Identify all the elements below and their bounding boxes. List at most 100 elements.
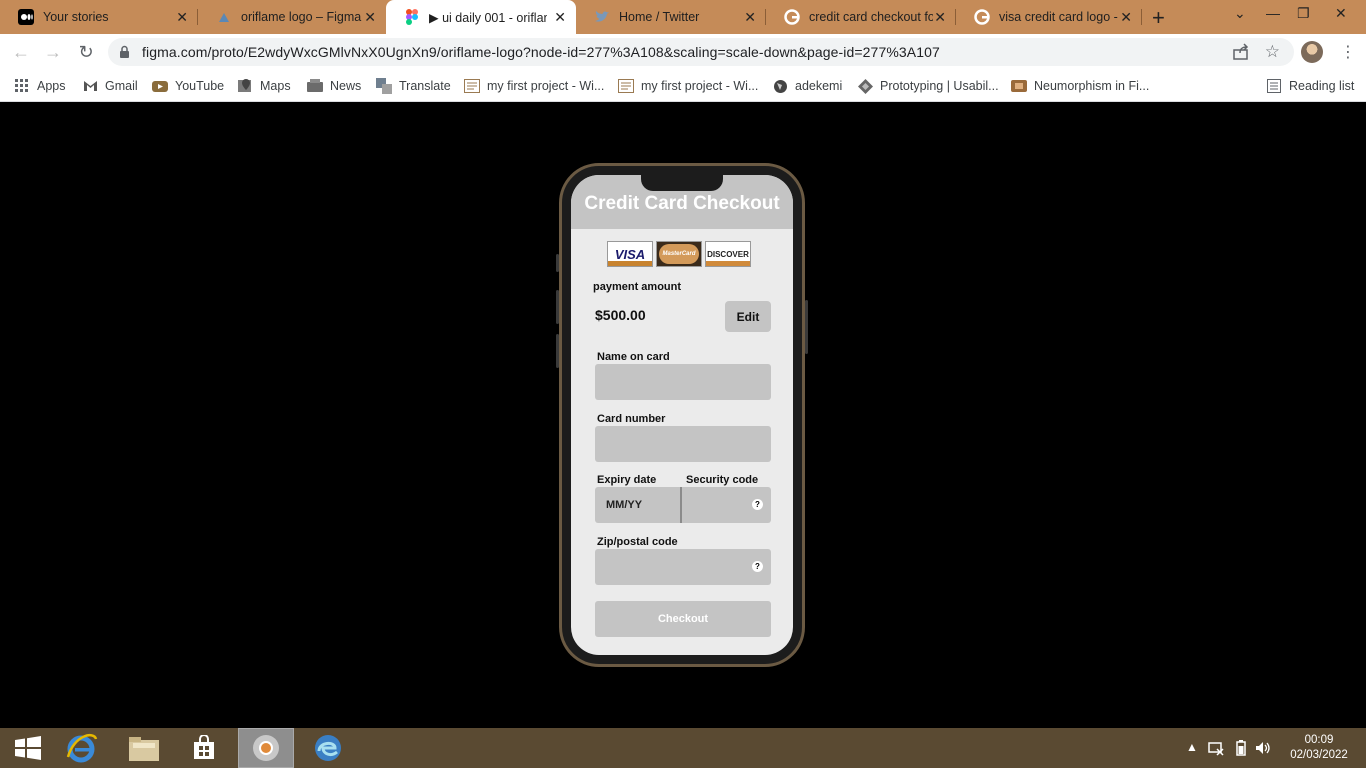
bookmark-adekemi[interactable]: adekemi — [772, 77, 842, 95]
security-code-help-icon[interactable]: ? — [752, 499, 763, 510]
close-tab-icon[interactable]: ✕ — [554, 9, 566, 25]
bookmark-label: YouTube — [175, 79, 225, 93]
close-tab-icon[interactable]: ✕ — [934, 9, 946, 25]
expiry-date-label: Expiry date — [597, 474, 657, 486]
edit-amount-button[interactable]: Edit — [725, 301, 771, 332]
close-window-icon[interactable]: ✕ — [1335, 5, 1347, 22]
volume-icon[interactable] — [1255, 740, 1271, 759]
tab-title: Home / Twitter — [619, 10, 700, 24]
phone-side-button — [805, 300, 808, 354]
forward-arrow-icon[interactable]: → — [42, 41, 64, 63]
bookmark-gmail[interactable]: Gmail — [82, 77, 138, 95]
bookmark-apps[interactable]: Apps — [14, 77, 66, 95]
visa-logo-text: VISA — [614, 246, 646, 262]
edge-icon — [315, 735, 341, 761]
bookmark-star-icon[interactable]: ☆ — [1265, 42, 1280, 62]
bookmark-youtube[interactable]: YouTube — [152, 77, 224, 95]
system-clock[interactable]: 00:09 02/03/2022 — [1284, 733, 1354, 763]
bookmark-label: Apps — [37, 79, 66, 93]
reading-list-button[interactable]: Reading list — [1266, 77, 1354, 95]
edge-taskbar[interactable] — [300, 728, 356, 768]
bookmark-label: adekemi — [795, 79, 843, 93]
zip-code-help-icon[interactable]: ? — [752, 561, 763, 572]
start-button[interactable] — [0, 728, 56, 768]
close-tab-icon[interactable]: ✕ — [176, 9, 188, 25]
internet-explorer-icon — [66, 734, 98, 763]
tab-title: visa credit card logo - s — [999, 10, 1119, 24]
show-hidden-icons-icon[interactable]: ▲ — [1186, 740, 1198, 754]
tab-title: Your stories — [43, 10, 109, 24]
bookmark-maps[interactable]: Maps — [237, 77, 291, 95]
minimize-icon[interactable]: — — [1266, 5, 1280, 21]
tab-visa-logo[interactable]: visa credit card logo - s ✕ — [956, 0, 1142, 34]
more-menu-icon[interactable]: ⋮ — [1340, 42, 1356, 62]
battery-icon[interactable] — [1236, 740, 1246, 759]
browser-toolbar: ← → ↻ figma.com/proto/E2wdyWxcGMlvNxX0Ug… — [0, 34, 1366, 70]
close-tab-icon[interactable]: ✕ — [1120, 9, 1132, 25]
bookmark-my-first-project-2[interactable]: my first project - Wi... — [618, 77, 758, 95]
lock-icon[interactable] — [119, 45, 130, 64]
store-taskbar[interactable] — [176, 728, 232, 768]
tab-oriflame-figma[interactable]: oriflame logo – Figma ✕ — [198, 0, 386, 34]
network-icon[interactable] — [1208, 740, 1224, 759]
chrome-taskbar[interactable] — [238, 728, 294, 768]
file-explorer-taskbar[interactable] — [116, 728, 172, 768]
clock-time: 00:09 — [1304, 734, 1334, 746]
bookmark-label: my first project - Wi... — [641, 79, 759, 93]
checkout-button[interactable]: Checkout — [595, 601, 771, 637]
apps-grid-icon — [14, 78, 30, 94]
card-number-input[interactable] — [595, 426, 771, 462]
news-icon — [307, 78, 323, 94]
internet-explorer-taskbar[interactable] — [54, 728, 110, 768]
phone-frame: Credit Card Checkout VISA MasterCard DIS… — [556, 163, 808, 667]
profile-avatar[interactable] — [1301, 41, 1323, 63]
new-tab-button[interactable]: + — [1152, 5, 1165, 31]
bookmark-neumorphism[interactable]: Neumorphism in Fi... — [1011, 77, 1149, 95]
tab-your-stories[interactable]: Your stories ✕ — [0, 0, 198, 34]
share-icon[interactable] — [1232, 43, 1250, 66]
address-bar[interactable]: figma.com/proto/E2wdyWxcGMlvNxX0UgnXn9/o… — [108, 38, 1294, 66]
tab-strip: Your stories ✕ oriflame logo – Figma ✕ ▶… — [0, 0, 1366, 34]
bookmark-label: Gmail — [105, 79, 138, 93]
tab-credit-card-checkout[interactable]: credit card checkout fo ✕ — [766, 0, 956, 34]
close-tab-icon[interactable]: ✕ — [364, 9, 376, 25]
zip-code-input[interactable]: ? — [595, 549, 771, 585]
phone-screen: Credit Card Checkout VISA MasterCard DIS… — [571, 175, 793, 655]
security-code-label: Security code — [686, 474, 759, 486]
reading-list-label: Reading list — [1289, 79, 1355, 93]
url-text[interactable]: figma.com/proto/E2wdyWxcGMlvNxX0UgnXn9/o… — [142, 44, 940, 60]
tab-search-chevron-icon[interactable]: ⌄ — [1234, 5, 1246, 22]
windows-logo-icon — [15, 736, 41, 760]
card-number-label: Card number — [597, 413, 666, 425]
bookmark-my-first-project-1[interactable]: my first project - Wi... — [464, 77, 604, 95]
tab-ui-daily[interactable]: ▶ ui daily 001 - oriflam ✕ — [386, 0, 576, 34]
bookmark-prototyping[interactable]: Prototyping | Usabil... — [857, 77, 999, 95]
name-on-card-input[interactable] — [595, 364, 771, 400]
reload-icon[interactable]: ↻ — [75, 41, 97, 63]
bookmark-news[interactable]: News — [307, 77, 361, 95]
figma-icon — [404, 9, 420, 25]
phone-notch — [641, 175, 723, 191]
clock-date: 02/03/2022 — [1290, 749, 1348, 761]
bookmarks-bar: Apps Gmail YouTube Maps News Translate m… — [0, 70, 1366, 102]
diamond-icon — [857, 78, 873, 94]
payment-amount-label: payment amount — [593, 281, 682, 293]
bookmark-translate[interactable]: Translate — [376, 77, 451, 95]
back-arrow-icon[interactable]: ← — [10, 41, 32, 63]
payment-amount-value: $500.00 — [595, 307, 646, 323]
expiry-date-input[interactable]: MM/YY — [606, 499, 642, 511]
tab-title: ▶ ui daily 001 - oriflam — [429, 10, 547, 25]
page-icon — [618, 78, 634, 94]
phone-side-button — [556, 254, 559, 272]
bookmark-label: Prototyping | Usabil... — [880, 79, 999, 93]
bookmark-label: my first project - Wi... — [487, 79, 605, 93]
accepted-cards: VISA MasterCard DISCOVER — [607, 241, 751, 267]
tab-title: oriflame logo – Figma — [241, 10, 362, 24]
tab-separator — [1141, 9, 1142, 25]
page-icon — [1011, 78, 1027, 94]
restore-icon[interactable]: ❐ — [1297, 5, 1310, 22]
globe-icon — [772, 78, 788, 94]
close-tab-icon[interactable]: ✕ — [744, 9, 756, 25]
tab-twitter[interactable]: Home / Twitter ✕ — [576, 0, 766, 34]
discover-logo-text: DISCOVER — [707, 249, 749, 259]
